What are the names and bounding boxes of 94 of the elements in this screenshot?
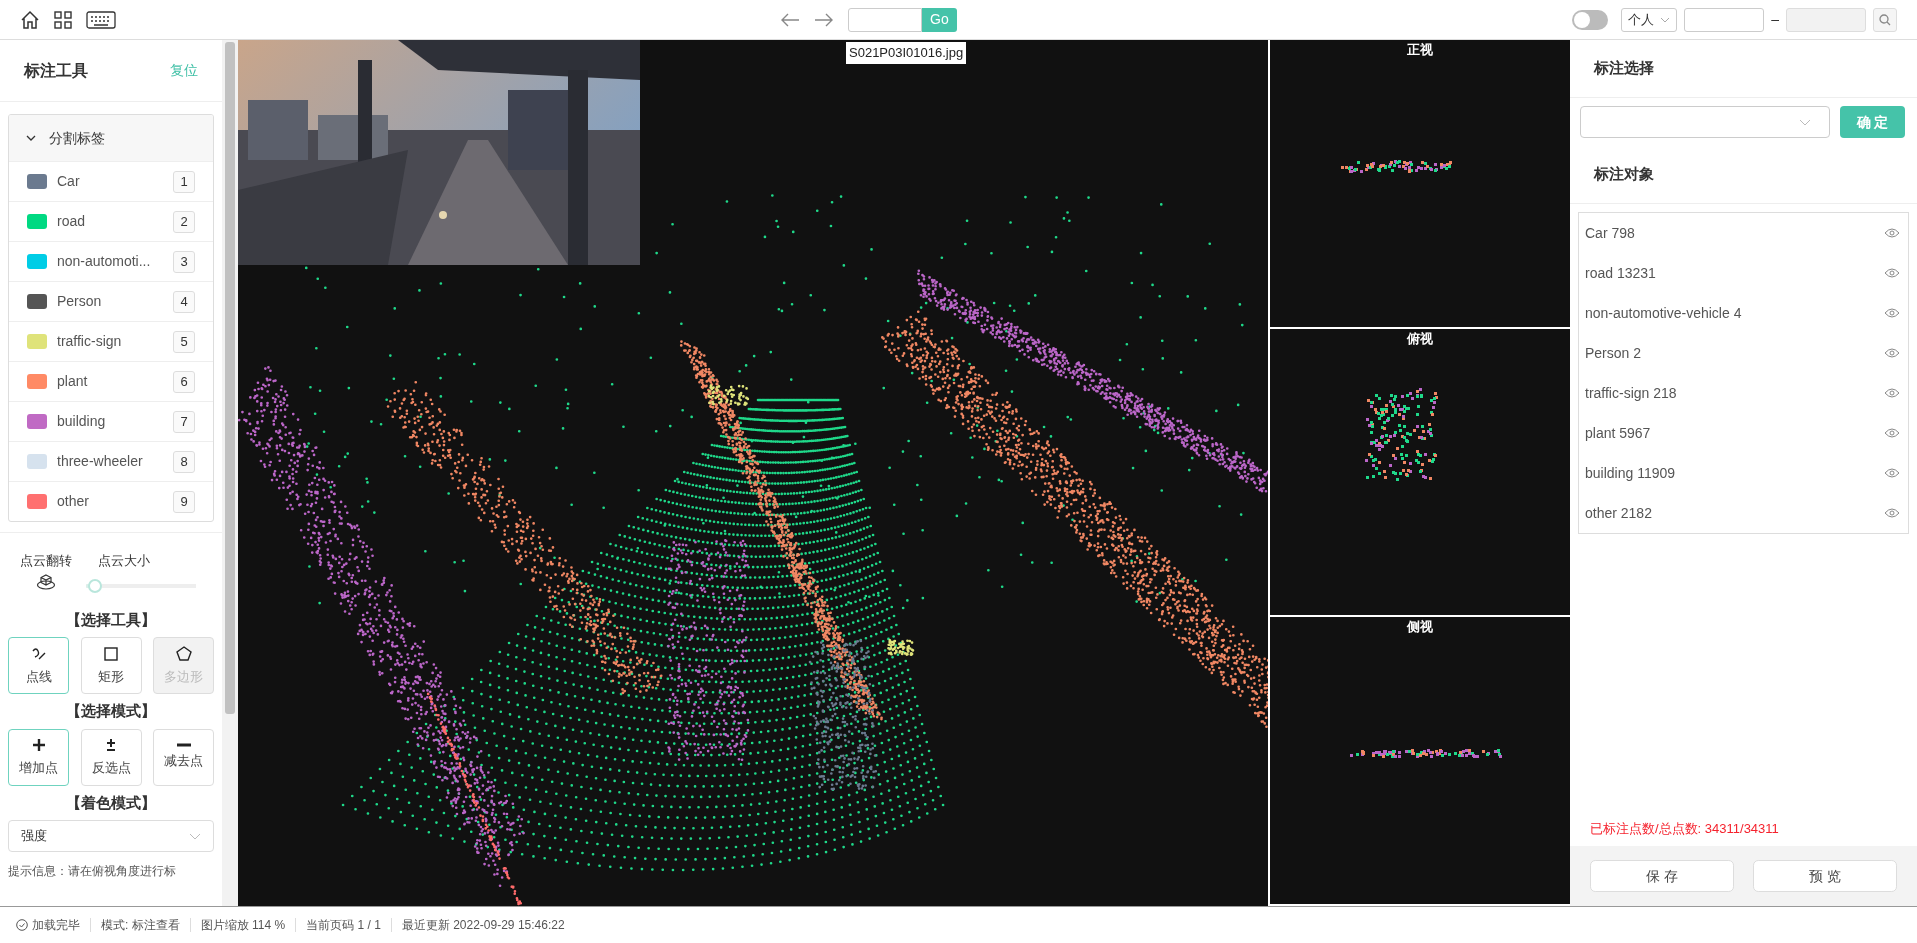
label-name: non-automoti... xyxy=(57,252,151,271)
hint-text: 提示信息：请在俯视角度进行标 xyxy=(7,863,177,880)
status-text: 加载完毕 xyxy=(32,917,80,934)
shortcut-key: 2 xyxy=(173,210,195,233)
date-field[interactable] xyxy=(1684,7,1765,32)
page-input[interactable] xyxy=(848,7,922,32)
section-title: 标注对象 xyxy=(1594,164,1654,185)
shortcut-key: 6 xyxy=(173,370,195,393)
label-name: Person xyxy=(57,292,102,311)
grid-icon[interactable] xyxy=(54,10,72,29)
forward-arrow-icon[interactable] xyxy=(814,11,834,28)
status-text: 当前页码 1 / 1 xyxy=(306,917,381,934)
label-item[interactable]: road 2 xyxy=(9,201,213,241)
object-label: plant 5967 xyxy=(1585,423,1651,443)
check-circle-icon xyxy=(16,919,28,931)
section-title: 【着色模式】 xyxy=(65,792,157,813)
label-item[interactable]: Car 1 xyxy=(9,161,213,201)
chevron-down-icon xyxy=(189,832,201,840)
label-name: Car xyxy=(57,172,80,191)
count-text: 已标注点数/总点数: 34311/34311 xyxy=(1589,819,1780,838)
status-text: 图片缩放 114 % xyxy=(200,917,286,934)
object-label: Person 2 xyxy=(1585,343,1642,363)
view-title: 俯视 xyxy=(1407,329,1433,348)
date-separator: – xyxy=(1771,10,1779,29)
object-label: road 13231 xyxy=(1585,263,1656,283)
eye-icon[interactable] xyxy=(1884,228,1900,238)
eye-icon[interactable] xyxy=(1884,508,1900,518)
status-text: 模式: 标注查看 xyxy=(101,917,180,934)
square-icon xyxy=(102,644,120,663)
label-name: plant xyxy=(57,372,88,391)
label-item[interactable]: other 9 xyxy=(9,481,213,521)
shortcut-key: 3 xyxy=(173,250,195,273)
section-title: 【选择工具】 xyxy=(65,609,157,630)
label-name: building xyxy=(57,412,106,431)
size-label: 点云大小 xyxy=(98,552,151,570)
label-group-header[interactable]: 分割标签 xyxy=(9,115,213,161)
label-item[interactable]: building 7 xyxy=(9,401,213,441)
tool-button[interactable]: 反选点 xyxy=(80,728,142,786)
search-icon xyxy=(1879,13,1891,26)
tool-button[interactable]: 矩形 xyxy=(80,637,142,694)
shortcut-key: 5 xyxy=(173,330,195,353)
section-title: 【选择模式】 xyxy=(65,701,157,721)
toggle-switch[interactable] xyxy=(1572,9,1609,30)
view-title: 侧视 xyxy=(1407,618,1433,637)
eye-icon[interactable] xyxy=(1884,348,1900,358)
flip-label: 点云翻转 xyxy=(20,552,72,570)
action-button[interactable]: 预 览 xyxy=(1753,860,1897,892)
shortcut-key: 7 xyxy=(173,410,195,433)
label-item[interactable]: three-wheeler 8 xyxy=(9,441,213,481)
shortcut-key: 8 xyxy=(173,450,195,473)
panel-title: 标注工具 xyxy=(24,60,88,81)
image-filename: S021P03I01016.jpg xyxy=(846,42,967,64)
label-name: other xyxy=(57,492,89,511)
minus-icon xyxy=(174,743,193,748)
tool-button[interactable]: 增加点 xyxy=(8,728,69,786)
eye-icon[interactable] xyxy=(1884,308,1900,318)
back-arrow-icon[interactable] xyxy=(780,11,800,28)
eye-icon[interactable] xyxy=(1884,388,1900,398)
object-label: building 11909 xyxy=(1585,463,1676,483)
eye-icon[interactable] xyxy=(1884,428,1900,438)
object-label: Car 798 xyxy=(1585,223,1635,243)
object-label: non-automotive-vehicle 4 xyxy=(1585,303,1742,323)
label-item[interactable]: traffic-sign 5 xyxy=(9,321,213,361)
scrollbar[interactable] xyxy=(222,40,238,906)
chevron-down-icon xyxy=(1799,118,1811,126)
chevron-down-icon xyxy=(1660,16,1671,23)
shortcut-key: 1 xyxy=(173,170,195,193)
label-item[interactable]: plant 6 xyxy=(9,361,213,401)
scrollbar-thumb[interactable] xyxy=(225,42,235,715)
shortcut-key: 4 xyxy=(173,290,195,313)
label-name: traffic-sign xyxy=(57,332,122,351)
home-icon[interactable] xyxy=(20,9,40,30)
eye-icon[interactable] xyxy=(1884,268,1900,278)
tool-button[interactable]: 减去点 xyxy=(153,728,214,786)
cube-rotate-icon[interactable] xyxy=(36,572,56,591)
status-text: 最近更新 2022-09-29 15:46:22 xyxy=(401,917,565,934)
color-mode-select[interactable]: 强度 xyxy=(8,820,214,852)
object-label: traffic-sign 218 xyxy=(1585,383,1677,403)
tool-button[interactable]: 点线 xyxy=(8,637,69,694)
section-title: 标注选择 xyxy=(1594,58,1654,79)
pentagon-icon xyxy=(174,644,193,663)
date-field[interactable] xyxy=(1786,7,1866,32)
shortcut-key: 9 xyxy=(173,490,195,513)
action-button[interactable]: 保 存 xyxy=(1590,860,1734,892)
view-title: 正视 xyxy=(1407,41,1433,59)
label-item[interactable]: Person 4 xyxy=(9,281,213,321)
object-label: other 2182 xyxy=(1585,503,1652,523)
scope-select[interactable]: 个人 xyxy=(1621,7,1678,32)
search-button[interactable] xyxy=(1873,7,1897,32)
keyboard-icon[interactable] xyxy=(86,9,116,30)
label-name: road xyxy=(57,212,86,231)
label-item[interactable]: non-automoti... 3 xyxy=(9,241,213,281)
eye-icon[interactable] xyxy=(1884,468,1900,478)
label-name: three-wheeler xyxy=(57,452,143,471)
